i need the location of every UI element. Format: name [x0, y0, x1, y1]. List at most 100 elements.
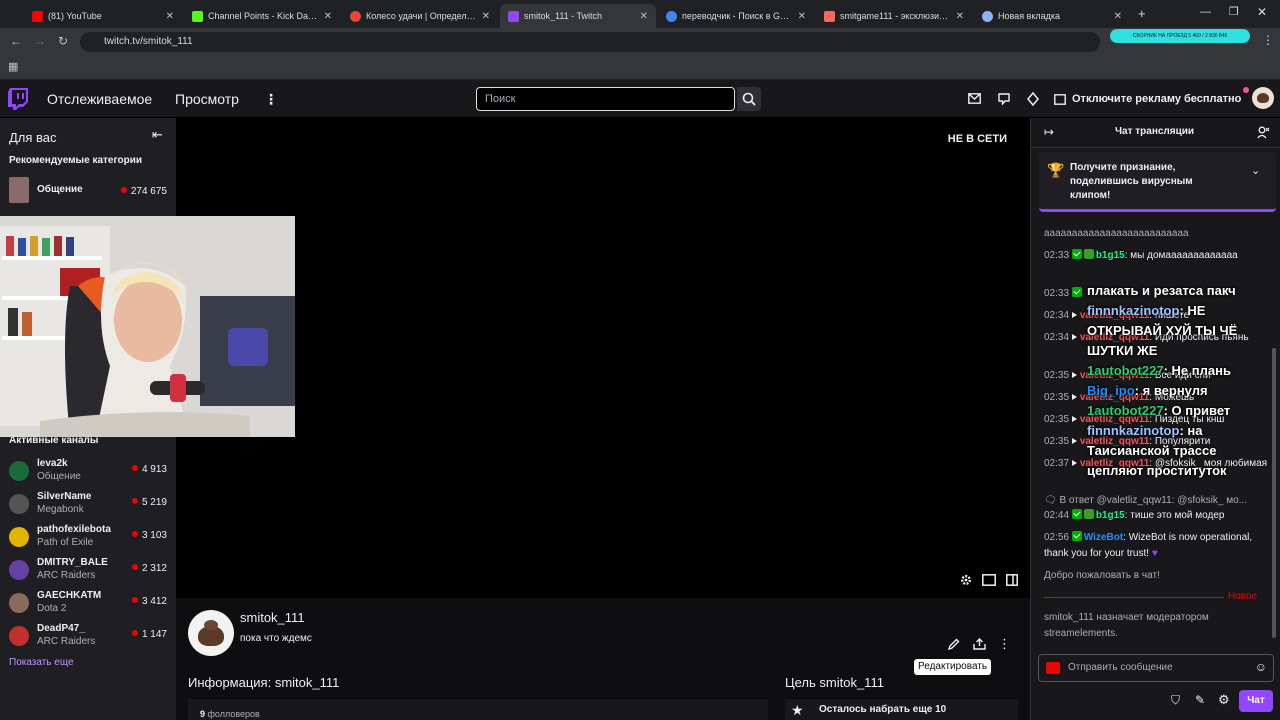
- moderator-badge-icon: [1071, 249, 1082, 259]
- edit-pencil-icon[interactable]: [948, 638, 960, 650]
- browser-menu-icon[interactable]: ⋮: [1262, 33, 1274, 47]
- show-more-link[interactable]: Показать еще: [9, 657, 74, 668]
- channel-game: Megabonk: [37, 504, 84, 515]
- inbox-icon[interactable]: [968, 93, 981, 104]
- users-icon[interactable]: [1257, 126, 1270, 139]
- channel-game: Общение: [37, 471, 81, 482]
- minimize-icon[interactable]: —: [1200, 6, 1211, 18]
- timestamp: 02:56: [1044, 532, 1070, 543]
- clip-promo-banner[interactable]: 🏆 Получите признание, поделившись вирусн…: [1039, 152, 1276, 212]
- close-icon[interactable]: ✕: [482, 11, 490, 22]
- message-text: тише это мой модер: [1130, 510, 1225, 521]
- viewer-count: 1 147: [141, 629, 167, 640]
- twitch-logo-icon[interactable]: [8, 88, 28, 110]
- channel-viewers: 3 103: [131, 530, 167, 541]
- browser-tab[interactable]: smitgame111 - эксклюзивный ✕: [816, 4, 972, 28]
- close-icon[interactable]: ✕: [166, 11, 174, 22]
- theatre-mode-icon[interactable]: [982, 574, 996, 586]
- about-panel: 9 фолловеров: [188, 699, 768, 720]
- ad-free-promo-button[interactable]: Отключите рекламу бесплатно: [1054, 89, 1241, 109]
- reload-icon[interactable]: ↻: [58, 34, 68, 48]
- close-icon[interactable]: ✕: [324, 11, 332, 22]
- share-icon[interactable]: [973, 638, 986, 650]
- fullscreen-icon[interactable]: [1006, 574, 1018, 586]
- emote-picker-icon[interactable]: ☺: [1255, 660, 1267, 674]
- forward-icon[interactable]: →: [34, 34, 46, 48]
- search-icon: [742, 92, 756, 106]
- welcome-text: Добро пожаловать в чат!: [1044, 570, 1160, 581]
- close-icon[interactable]: ✕: [1114, 11, 1122, 22]
- chat-settings-gear-icon[interactable]: ⚙: [1218, 692, 1230, 708]
- pen-icon[interactable]: ✎: [1195, 693, 1205, 707]
- viewer-count: 3 412: [141, 596, 167, 607]
- chat-overlay-line: 1autobot227: Не плань: [1087, 363, 1231, 378]
- chat-input[interactable]: Отправить сообщение ☺: [1038, 654, 1274, 682]
- close-icon[interactable]: ✕: [798, 11, 806, 22]
- sidebar-channel-item[interactable]: SilverName Megabonk 5 219: [0, 489, 176, 522]
- nav-following[interactable]: Отслеживаемое: [47, 91, 152, 107]
- extension-donation-banner: СБОРНИК НА ПРОЕЗД 5 460 / 2 830 846: [1110, 29, 1250, 43]
- tab-title: Новая вкладка: [998, 11, 1061, 21]
- user-avatar[interactable]: [1252, 87, 1274, 109]
- close-icon[interactable]: ✕: [956, 11, 964, 22]
- more-options-icon[interactable]: ⋮: [998, 636, 1011, 652]
- moderator-badge-icon: [1071, 287, 1082, 297]
- browser-tab[interactable]: переводчик - Поиск в Googl ✕: [658, 4, 814, 28]
- back-icon[interactable]: ←: [10, 34, 22, 48]
- chat-username[interactable]: b1g15: [1096, 250, 1125, 261]
- apps-grid-icon[interactable]: ▦: [8, 60, 18, 73]
- search-input[interactable]: Поиск: [476, 87, 735, 111]
- chat-scrollbar[interactable]: [1272, 348, 1276, 638]
- timestamp: 02:37: [1044, 458, 1070, 469]
- live-dot-icon: [120, 187, 127, 193]
- sidebar-channel-item[interactable]: pathofexilebota Path of Exile 3 103: [0, 522, 176, 555]
- moderator-badge-icon: [1071, 509, 1082, 519]
- chat-message: аааааааааааааааааааааааааа: [1044, 226, 1269, 242]
- timestamp: 02:35: [1044, 414, 1070, 425]
- moderator-badge-icon: [1071, 531, 1082, 541]
- sidebar-channel-item[interactable]: leva2k Общение 4 913: [0, 456, 176, 489]
- collapse-sidebar-icon[interactable]: ⇤: [152, 127, 163, 143]
- viewer-count: 3 103: [141, 530, 167, 541]
- chevron-down-icon[interactable]: ⌄: [1251, 164, 1260, 177]
- channel-name[interactable]: smitok_111: [240, 610, 305, 625]
- camera-icon: [1046, 662, 1060, 674]
- channel-avatar: [9, 593, 29, 613]
- channel-avatar: [9, 560, 29, 580]
- browser-tab[interactable]: Новая вкладка ✕: [974, 4, 1130, 28]
- close-window-icon[interactable]: ✕: [1257, 5, 1267, 19]
- sidebar-channel-item[interactable]: DeadP47_ ARC Raiders 1 147: [0, 621, 176, 654]
- chat-username[interactable]: b1g15: [1096, 510, 1125, 521]
- sidebar-category-item[interactable]: Общение 274 675: [0, 175, 176, 208]
- channel-viewers: 4 913: [131, 464, 167, 475]
- close-icon[interactable]: ✕: [640, 11, 648, 22]
- collapse-chat-icon[interactable]: ↦: [1044, 125, 1054, 139]
- sidebar-channel-item[interactable]: DMITRY_BALE ARC Raiders 2 312: [0, 555, 176, 588]
- nav-browse[interactable]: Просмотр: [175, 91, 239, 107]
- twitch-icon: [508, 10, 519, 22]
- shield-icon[interactable]: ⛉: [1171, 693, 1180, 708]
- sidebar-channel-item[interactable]: GAECHKATM Dota 2 3 412: [0, 588, 176, 621]
- channel-name: leva2k: [37, 458, 68, 469]
- tab-title: smitok_111 - Twitch: [524, 11, 603, 21]
- browser-tab-active[interactable]: smitok_111 - Twitch ✕: [500, 4, 656, 28]
- whispers-icon[interactable]: [998, 93, 1010, 105]
- search-button[interactable]: [737, 87, 761, 111]
- crown-icon[interactable]: [1027, 92, 1039, 106]
- chat-header: ↦ Чат трансляции: [1031, 118, 1280, 148]
- new-tab-icon[interactable]: +: [1138, 6, 1146, 21]
- video-player[interactable]: НЕ В СЕТИ: [176, 118, 1030, 598]
- browser-tab[interactable]: (81) YouTube ✕: [24, 4, 182, 28]
- browser-tab[interactable]: Channel Points - Kick Dashboar ✕: [184, 4, 340, 28]
- settings-gear-icon[interactable]: [960, 574, 972, 586]
- live-dot-icon: [131, 597, 138, 603]
- browser-tab[interactable]: Колесо удачи | Определите п ✕: [342, 4, 498, 28]
- maximize-icon[interactable]: ❐: [1229, 5, 1239, 18]
- category-thumbnail: [9, 177, 29, 203]
- more-menu-icon[interactable]: ⋮: [264, 91, 278, 108]
- user-badge-icon: [1083, 249, 1094, 259]
- url-bar[interactable]: twitch.tv/smitok_111: [80, 32, 1100, 52]
- channel-avatar[interactable]: [188, 610, 234, 656]
- chat-username[interactable]: WizeBot: [1084, 532, 1123, 543]
- chat-send-button[interactable]: Чат: [1239, 690, 1273, 712]
